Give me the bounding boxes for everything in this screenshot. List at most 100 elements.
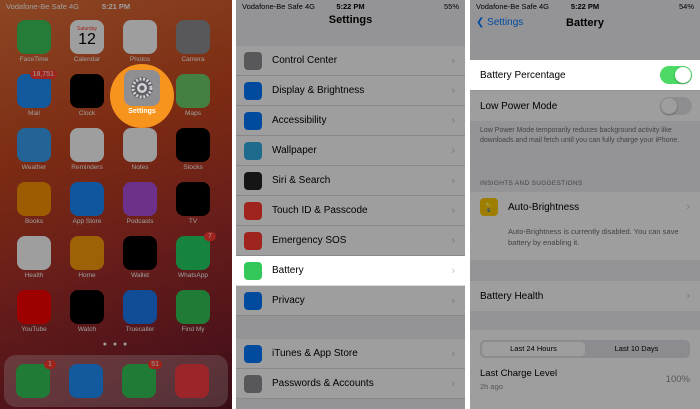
low-power-label: Low Power Mode	[480, 100, 558, 112]
settings-row-siri[interactable]: Siri & Search ›	[236, 166, 465, 196]
app-home[interactable]: Home	[68, 236, 106, 279]
app-wallet[interactable]: Wallet	[121, 236, 159, 279]
app-label: Home	[78, 272, 96, 279]
whatsapp-icon: 7	[176, 232, 216, 270]
app-notes[interactable]: Notes	[121, 128, 159, 171]
app-camera[interactable]: Camera	[174, 20, 212, 63]
settings-row-accessibility[interactable]: Accessibility ›	[236, 106, 465, 136]
settings-row-battery[interactable]: Battery ›	[236, 256, 465, 286]
dock-messages[interactable]: 51	[120, 360, 162, 398]
settings-row-touch-id[interactable]: Touch ID & Passcode ›	[236, 196, 465, 226]
settings-row-label: Privacy	[272, 295, 305, 306]
notes-icon	[123, 128, 157, 162]
chevron-right-icon: ›	[451, 264, 455, 277]
time-range-segmented-control: Last 24 Hours Last 10 Days	[480, 340, 690, 358]
wallpaper-icon	[244, 141, 262, 160]
notification-badge: 1	[44, 360, 56, 369]
settings-row-sos[interactable]: Emergency SOS ›	[236, 226, 465, 256]
reminders-icon	[70, 128, 104, 162]
auto-brightness-row[interactable]: 💡 Auto-Brightness ›	[470, 192, 700, 222]
display-icon	[244, 81, 262, 100]
dock-music[interactable]	[173, 364, 211, 398]
app-mail[interactable]: 18,751 Mail	[15, 70, 57, 117]
app-label: Photos	[129, 56, 151, 63]
status-bar: Vodafone-Be Safe 4G 5:22 PM 54%	[470, 0, 700, 13]
settings-row-label: Display & Brightness	[272, 85, 365, 96]
segment-last-10-days[interactable]: Last 10 Days	[585, 342, 688, 356]
app-books[interactable]: Books	[15, 182, 53, 225]
battery-icon	[244, 261, 262, 280]
app-stocks[interactable]: Stocks	[174, 128, 212, 171]
photos-icon	[123, 20, 157, 54]
app-label: YouTube	[21, 326, 47, 333]
chevron-right-icon: ›	[451, 174, 455, 187]
clock-text: 5:22 PM	[336, 2, 365, 11]
segment-last-24-hours[interactable]: Last 24 Hours	[482, 342, 585, 356]
truecaller-icon	[123, 290, 157, 324]
podcasts-icon	[123, 182, 157, 216]
app-calendar[interactable]: Saturday 12 Calendar	[68, 20, 106, 63]
app-podcasts[interactable]: Podcasts	[121, 182, 159, 225]
settings-row-label: Battery	[272, 265, 304, 276]
settings-row-wallpaper[interactable]: Wallpaper ›	[236, 136, 465, 166]
clock-icon	[70, 74, 104, 108]
chevron-right-icon: ›	[451, 144, 455, 157]
settings-row-privacy[interactable]: Privacy ›	[236, 286, 465, 316]
app-find-my[interactable]: Find My	[174, 290, 212, 333]
sos-icon	[244, 231, 262, 250]
low-power-note: Low Power Mode temporarily reduces backg…	[480, 127, 680, 145]
chevron-right-icon: ›	[451, 347, 455, 360]
app-label: Truecaller	[125, 326, 155, 333]
app-health[interactable]: Health	[15, 236, 53, 279]
clock-text: 5:21 PM	[101, 2, 131, 11]
chevron-right-icon: ›	[451, 377, 455, 390]
app-tv[interactable]: TV	[174, 182, 212, 225]
app-maps[interactable]: Maps	[174, 74, 212, 117]
app-label: TV	[188, 218, 198, 225]
app-watch[interactable]: Watch	[68, 290, 106, 333]
settings-panel: Vodafone-Be Safe 4G 5:22 PM 55% Settings…	[236, 0, 465, 409]
settings-row-passwords[interactable]: Passwords & Accounts ›	[236, 369, 465, 399]
settings-row-itunes[interactable]: iTunes & App Store ›	[236, 339, 465, 369]
passwords-icon	[244, 374, 262, 393]
app-label: Stocks	[183, 164, 203, 171]
app-app-store[interactable]: App Store	[68, 182, 106, 225]
settings-row-control-center[interactable]: Control Center ›	[236, 46, 465, 76]
dock-safari[interactable]	[67, 364, 105, 398]
app-weather[interactable]: Weather	[15, 128, 53, 171]
phone-icon: 1	[16, 360, 56, 398]
app-youtube[interactable]: YouTube	[15, 290, 53, 333]
app-clock[interactable]: Clock	[68, 74, 106, 117]
battery-health-row[interactable]: Battery Health ›	[470, 281, 700, 311]
app-label: Reminders	[71, 164, 103, 171]
app-reminders[interactable]: Reminders	[68, 128, 106, 171]
app-label: Weather	[21, 164, 47, 171]
insights-header: INSIGHTS AND SUGGESTIONS	[480, 180, 583, 187]
mail-icon: 18,751	[17, 70, 57, 108]
low-power-toggle[interactable]	[660, 97, 692, 115]
settings-row-display[interactable]: Display & Brightness ›	[236, 76, 465, 106]
app-whatsapp[interactable]: 7 WhatsApp	[174, 232, 216, 279]
app-label: Watch	[77, 326, 97, 333]
settings-row-label: Wallpaper	[272, 145, 317, 156]
settings-gear-icon	[124, 70, 160, 106]
battery-percentage-label: Battery Percentage	[480, 69, 566, 81]
page-title: Settings	[328, 14, 373, 26]
app-label: App Store	[72, 218, 102, 225]
settings-app[interactable]: Settings	[122, 70, 162, 115]
auto-brightness-label: Auto-Brightness	[508, 201, 580, 213]
app-label: Maps	[185, 110, 201, 117]
weather-icon	[17, 128, 51, 162]
control-center-icon	[244, 51, 262, 70]
app-truecaller[interactable]: Truecaller	[121, 290, 159, 333]
lightbulb-icon: 💡	[480, 198, 498, 216]
app-store-icon	[70, 182, 104, 216]
dock-phone[interactable]: 1	[14, 360, 56, 398]
app-label: Health	[24, 272, 44, 279]
battery-percentage-toggle[interactable]	[660, 66, 692, 84]
app-photos[interactable]: Photos	[121, 20, 159, 63]
settings-app-label: Settings	[128, 108, 156, 115]
settings-row-label: Emergency SOS	[272, 235, 347, 246]
app-facetime[interactable]: FaceTime	[15, 20, 53, 63]
chevron-right-icon: ›	[451, 114, 455, 127]
